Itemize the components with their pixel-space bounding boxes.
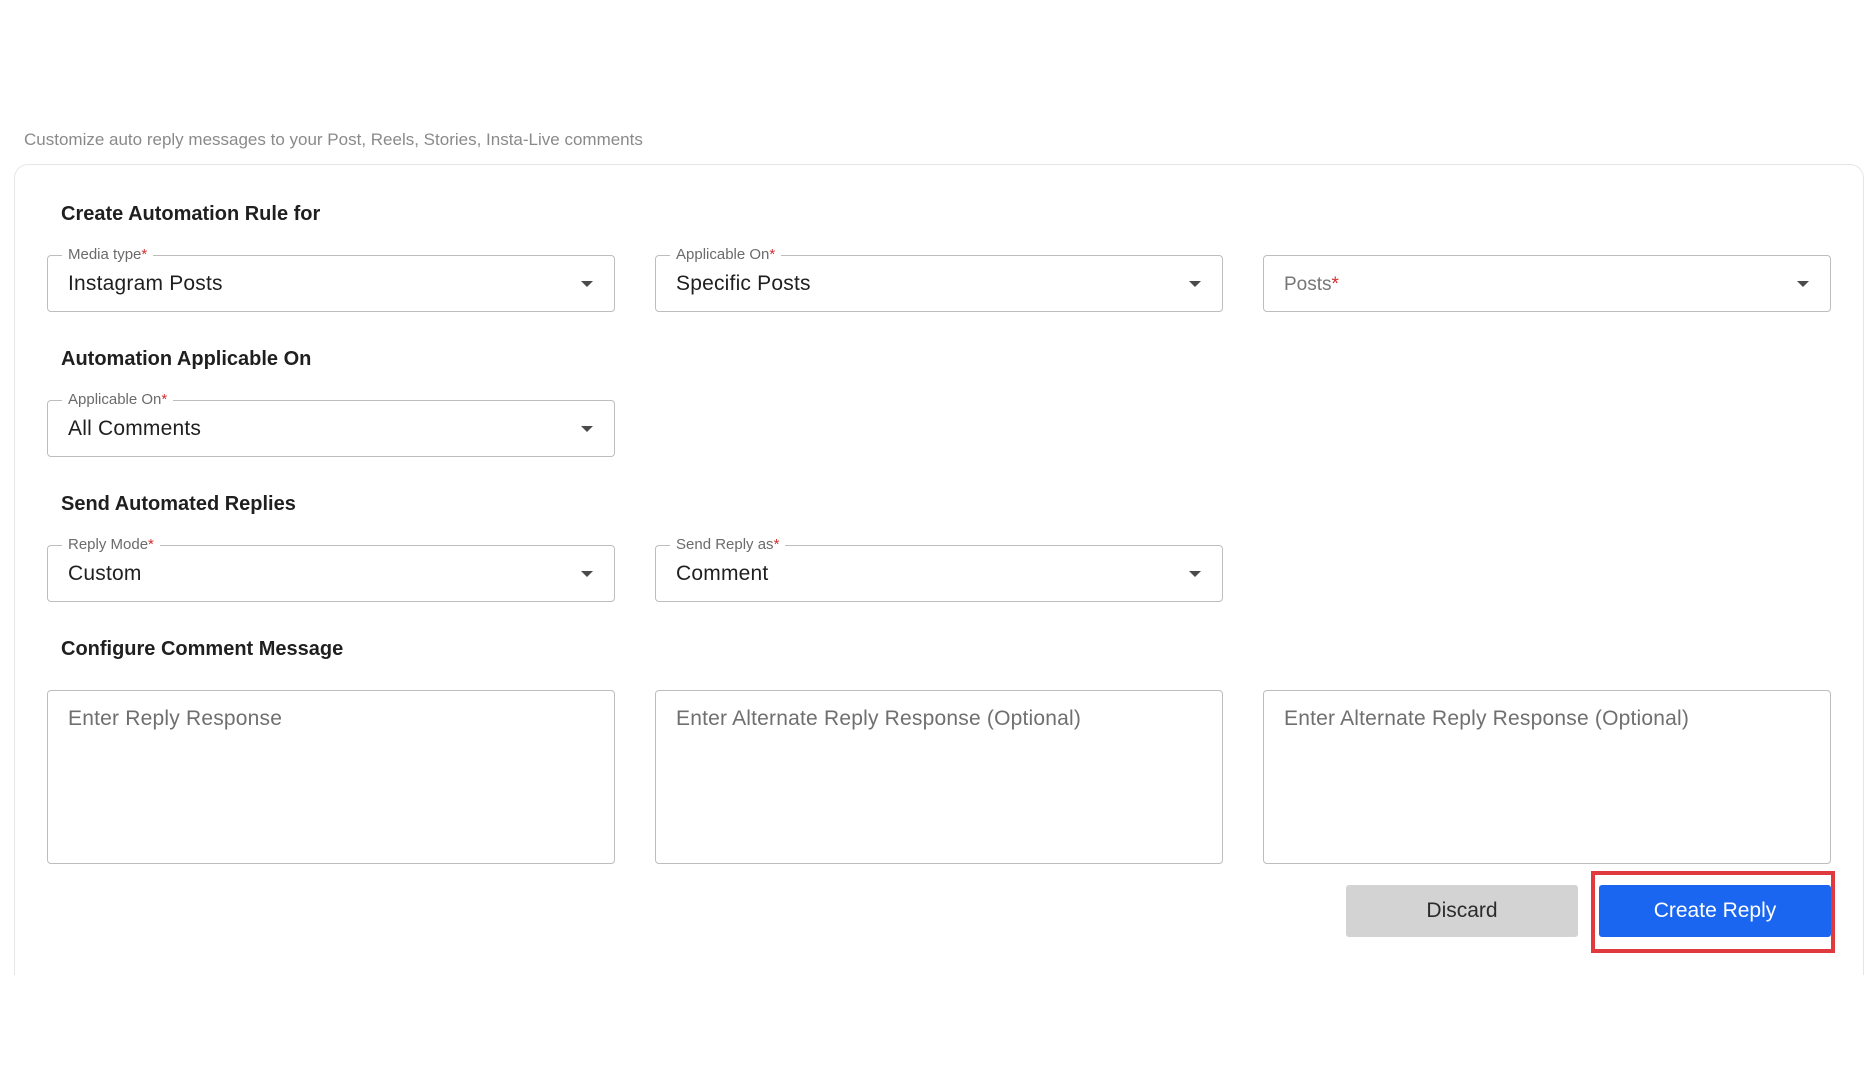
reply-mode-label: Reply Mode* <box>62 535 160 555</box>
chevron-down-icon <box>1189 571 1201 577</box>
page-subtitle: Customize auto reply messages to your Po… <box>24 130 643 149</box>
send-reply-as-value: Comment <box>676 562 769 585</box>
alternate-reply-2-textarea[interactable]: Enter Alternate Reply Response (Optional… <box>1263 690 1831 864</box>
applicable-on-posts-select[interactable]: Applicable On* Specific Posts <box>655 245 1223 312</box>
alternate-reply-1-placeholder: Enter Alternate Reply Response (Optional… <box>676 707 1082 730</box>
section-title-configure-message: Configure Comment Message <box>61 638 344 660</box>
automation-form-card: Create Automation Rule for Media type* I… <box>14 164 1864 975</box>
comments-applicable-on-value: All Comments <box>68 417 202 440</box>
section-title-applicable-on: Automation Applicable On <box>61 348 312 370</box>
chevron-down-icon <box>1189 281 1201 287</box>
media-type-select[interactable]: Media type* Instagram Posts <box>47 245 615 312</box>
alternate-reply-1-textarea[interactable]: Enter Alternate Reply Response (Optional… <box>655 690 1223 864</box>
chevron-down-icon <box>581 281 593 287</box>
chevron-down-icon <box>581 426 593 432</box>
applicable-on-value: Specific Posts <box>676 272 811 295</box>
section-title-send-replies: Send Automated Replies <box>61 493 296 515</box>
chevron-down-icon <box>581 571 593 577</box>
page: Customize auto reply messages to your Po… <box>0 0 1866 1080</box>
comments-applicable-on-label: Applicable On* <box>62 390 174 410</box>
posts-placeholder: Posts* <box>1284 274 1339 295</box>
chevron-down-icon <box>1797 281 1809 287</box>
discard-button[interactable]: Discard <box>1346 885 1578 937</box>
reply-mode-select[interactable]: Reply Mode* Custom <box>47 535 615 602</box>
send-reply-as-select[interactable]: Send Reply as* Comment <box>655 535 1223 602</box>
alternate-reply-2-placeholder: Enter Alternate Reply Response (Optional… <box>1284 707 1690 730</box>
reply-response-placeholder: Enter Reply Response <box>68 707 283 730</box>
create-reply-button[interactable]: Create Reply <box>1599 885 1831 937</box>
reply-mode-value: Custom <box>68 562 142 585</box>
send-reply-as-label: Send Reply as* <box>670 535 786 555</box>
applicable-on-label: Applicable On* <box>670 245 782 265</box>
media-type-label: Media type* <box>62 245 154 265</box>
media-type-value: Instagram Posts <box>68 272 223 295</box>
reply-response-textarea[interactable]: Enter Reply Response <box>47 690 615 864</box>
comments-applicable-on-select[interactable]: Applicable On* All Comments <box>47 390 615 457</box>
section-title-rule-for: Create Automation Rule for <box>61 203 321 225</box>
posts-select[interactable]: Posts* <box>1263 255 1831 312</box>
